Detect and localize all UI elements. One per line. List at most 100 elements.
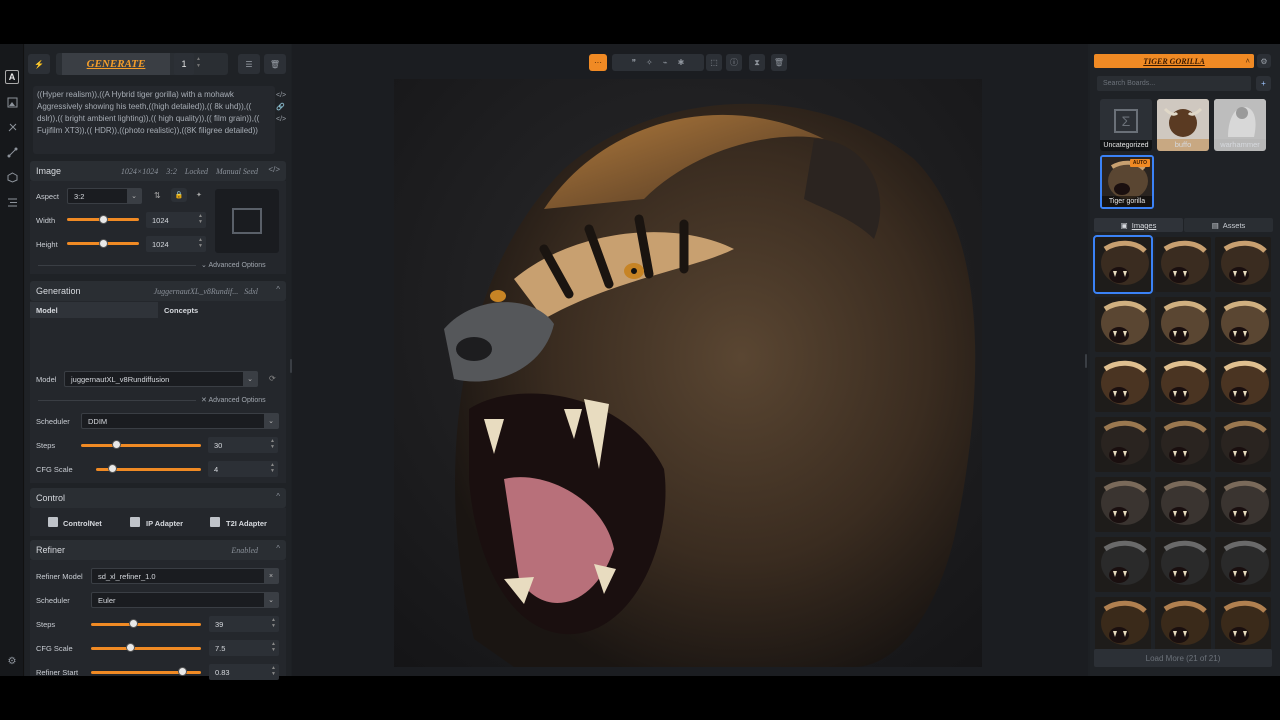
tab-concepts[interactable]: Concepts xyxy=(158,302,286,318)
canvas-icon[interactable] xyxy=(5,120,19,134)
gallery-thumbnail[interactable] xyxy=(1215,537,1271,592)
refiner-steps-input[interactable]: 39 ▲ ▼ xyxy=(209,616,279,632)
steps-slider-thumb[interactable] xyxy=(111,440,121,449)
steps-slider[interactable] xyxy=(81,444,201,447)
refresh-models-icon[interactable]: ⟳ xyxy=(269,374,276,383)
compare-button[interactable]: ⧗ xyxy=(749,54,765,71)
upscale-button[interactable]: ⬚ xyxy=(706,54,722,71)
board-selector[interactable]: TIGER GORILLA ^ xyxy=(1094,54,1254,68)
gallery-thumbnail[interactable] xyxy=(1093,235,1153,294)
cfg-input[interactable]: 4 ▲ ▼ xyxy=(208,461,278,477)
gallery-thumbnail[interactable] xyxy=(1095,537,1151,592)
refiner-steps-slider[interactable] xyxy=(91,623,201,626)
queue-icon[interactable] xyxy=(5,195,19,209)
buffalo-thumbnail xyxy=(1157,99,1209,139)
gallery-thumbnail[interactable] xyxy=(1155,237,1211,292)
clear-queue-button[interactable]: 🗑 xyxy=(264,54,286,74)
invoke-lightning-button[interactable]: ⚡ xyxy=(28,54,50,74)
refiner-cfg-slider-thumb[interactable] xyxy=(125,643,135,652)
iterations-stepper[interactable]: ▲ ▼ xyxy=(196,56,201,70)
refiner-start-input[interactable]: 0.83 ▲ ▼ xyxy=(209,664,279,680)
info-button[interactable]: ⓘ xyxy=(726,54,742,71)
embedding-icon[interactable]: </> xyxy=(276,114,286,126)
height-input[interactable]: 1024 ▲ ▼ xyxy=(146,236,206,252)
link-icon[interactable]: 🔗 xyxy=(276,102,286,114)
generation-section-header[interactable]: Generation JuggernautXL_v8Rundif... Sdxl… xyxy=(30,281,286,301)
refiner-scheduler-select[interactable]: Euler ⌄ xyxy=(91,592,279,608)
generate-button[interactable]: GENERATE xyxy=(62,53,170,75)
gallery-thumbnail[interactable] xyxy=(1155,537,1211,592)
thumbnail-image xyxy=(1215,237,1271,292)
tab-model[interactable]: Model xyxy=(30,302,158,318)
width-slider-thumb[interactable] xyxy=(99,215,108,224)
image-to-image-icon[interactable] xyxy=(5,95,19,109)
delete-image-button[interactable]: 🗑 xyxy=(771,54,787,71)
star-icon[interactable]: ✱ xyxy=(678,58,685,67)
image-advanced-options[interactable]: ⌄ Advanced Options xyxy=(201,261,266,269)
tag-icon[interactable]: ⌁ xyxy=(663,58,668,67)
tab-assets[interactable]: ▤ Assets xyxy=(1184,218,1273,232)
left-resize-handle[interactable] xyxy=(290,359,292,373)
gallery-thumbnail[interactable] xyxy=(1215,297,1271,352)
iterations-input[interactable]: 1 xyxy=(174,53,194,75)
gallery-thumbnail[interactable] xyxy=(1155,357,1211,412)
load-more-button[interactable]: Load More (21 of 21) xyxy=(1094,649,1272,667)
width-input[interactable]: 1024 ▲ ▼ xyxy=(146,212,206,228)
positive-prompt-input[interactable]: ((Hyper realism)),((A Hybrid tiger goril… xyxy=(33,86,275,154)
steps-input[interactable]: 30 ▲ ▼ xyxy=(208,437,278,453)
gallery-thumbnail[interactable] xyxy=(1155,297,1211,352)
gallery-thumbnail[interactable] xyxy=(1095,597,1151,652)
board-search-input[interactable]: Search Boards... xyxy=(1097,76,1251,91)
nodes-icon[interactable] xyxy=(5,145,19,159)
queue-list-button[interactable]: ☰ xyxy=(238,54,260,74)
right-resize-handle[interactable] xyxy=(1085,354,1087,368)
gallery-thumbnail[interactable] xyxy=(1095,357,1151,412)
image-section-header[interactable]: Image 1024×1024 3:2 Locked Manual Seed <… xyxy=(30,161,286,181)
swap-icon[interactable]: ⇅ xyxy=(154,191,161,200)
text-to-image-icon[interactable]: A xyxy=(5,70,19,84)
gallery-thumbnail[interactable] xyxy=(1095,477,1151,532)
control-section-header[interactable]: Control ^ xyxy=(30,488,286,508)
refiner-section-header[interactable]: Refiner Enabled ^ xyxy=(30,540,286,560)
gallery-thumbnail[interactable] xyxy=(1095,297,1151,352)
optimal-size-icon[interactable]: ✦ xyxy=(196,191,202,199)
models-icon[interactable] xyxy=(5,170,19,184)
refiner-cfg-slider[interactable] xyxy=(91,647,201,650)
settings-gear-icon[interactable]: ⚙ xyxy=(5,654,19,668)
tab-images[interactable]: ▣ Images xyxy=(1094,218,1183,232)
generation-section-body xyxy=(30,301,286,483)
seed-icon[interactable]: ✧ xyxy=(646,58,653,67)
lock-aspect-button[interactable]: 🔒 xyxy=(171,188,187,202)
gallery-thumbnail[interactable] xyxy=(1095,417,1151,472)
generation-advanced-options[interactable]: ✕ Advanced Options xyxy=(201,396,266,404)
ip-adapter-checkbox[interactable] xyxy=(130,517,140,527)
controlnet-checkbox[interactable] xyxy=(48,517,58,527)
more-options-button[interactable]: ··· xyxy=(589,54,607,71)
gallery-thumbnail[interactable] xyxy=(1215,237,1271,292)
height-slider-thumb[interactable] xyxy=(99,239,108,248)
quote-icon[interactable]: ❞ xyxy=(632,58,636,67)
board-tiger-gorilla[interactable]: AUTO Tiger gorilla xyxy=(1100,155,1154,209)
gallery-thumbnail[interactable] xyxy=(1215,477,1271,532)
refiner-scheduler-label: Scheduler xyxy=(36,596,70,605)
t2i-adapter-checkbox[interactable] xyxy=(210,517,220,527)
gallery-thumbnail[interactable] xyxy=(1215,417,1271,472)
clear-icon[interactable]: × xyxy=(264,569,278,583)
gallery-thumbnail[interactable] xyxy=(1215,597,1271,652)
aspect-select[interactable]: 3:2 ⌄ xyxy=(67,188,142,204)
model-select[interactable]: juggernautXL_v8Rundiffusion ⌄ xyxy=(64,371,258,387)
add-board-button[interactable]: + xyxy=(1256,76,1271,91)
cfg-slider-thumb[interactable] xyxy=(107,464,117,473)
gallery-thumbnail[interactable] xyxy=(1155,477,1211,532)
scheduler-select[interactable]: DDIM ⌄ xyxy=(81,413,279,429)
board-uncategorized[interactable]: Σ Uncategorized xyxy=(1100,99,1152,151)
refiner-model-select[interactable]: sd_xl_refiner_1.0 × xyxy=(91,568,279,584)
gallery-thumbnail[interactable] xyxy=(1155,417,1211,472)
gallery-settings-button[interactable]: ⚙ xyxy=(1257,54,1271,68)
refiner-cfg-input[interactable]: 7.5 ▲ ▼ xyxy=(209,640,279,656)
refiner-steps-slider-thumb[interactable] xyxy=(128,619,138,628)
gallery-thumbnail[interactable] xyxy=(1155,597,1211,652)
gallery-thumbnail[interactable] xyxy=(1215,357,1271,412)
code-icon[interactable]: </> xyxy=(276,90,286,102)
generated-image[interactable] xyxy=(394,79,982,667)
